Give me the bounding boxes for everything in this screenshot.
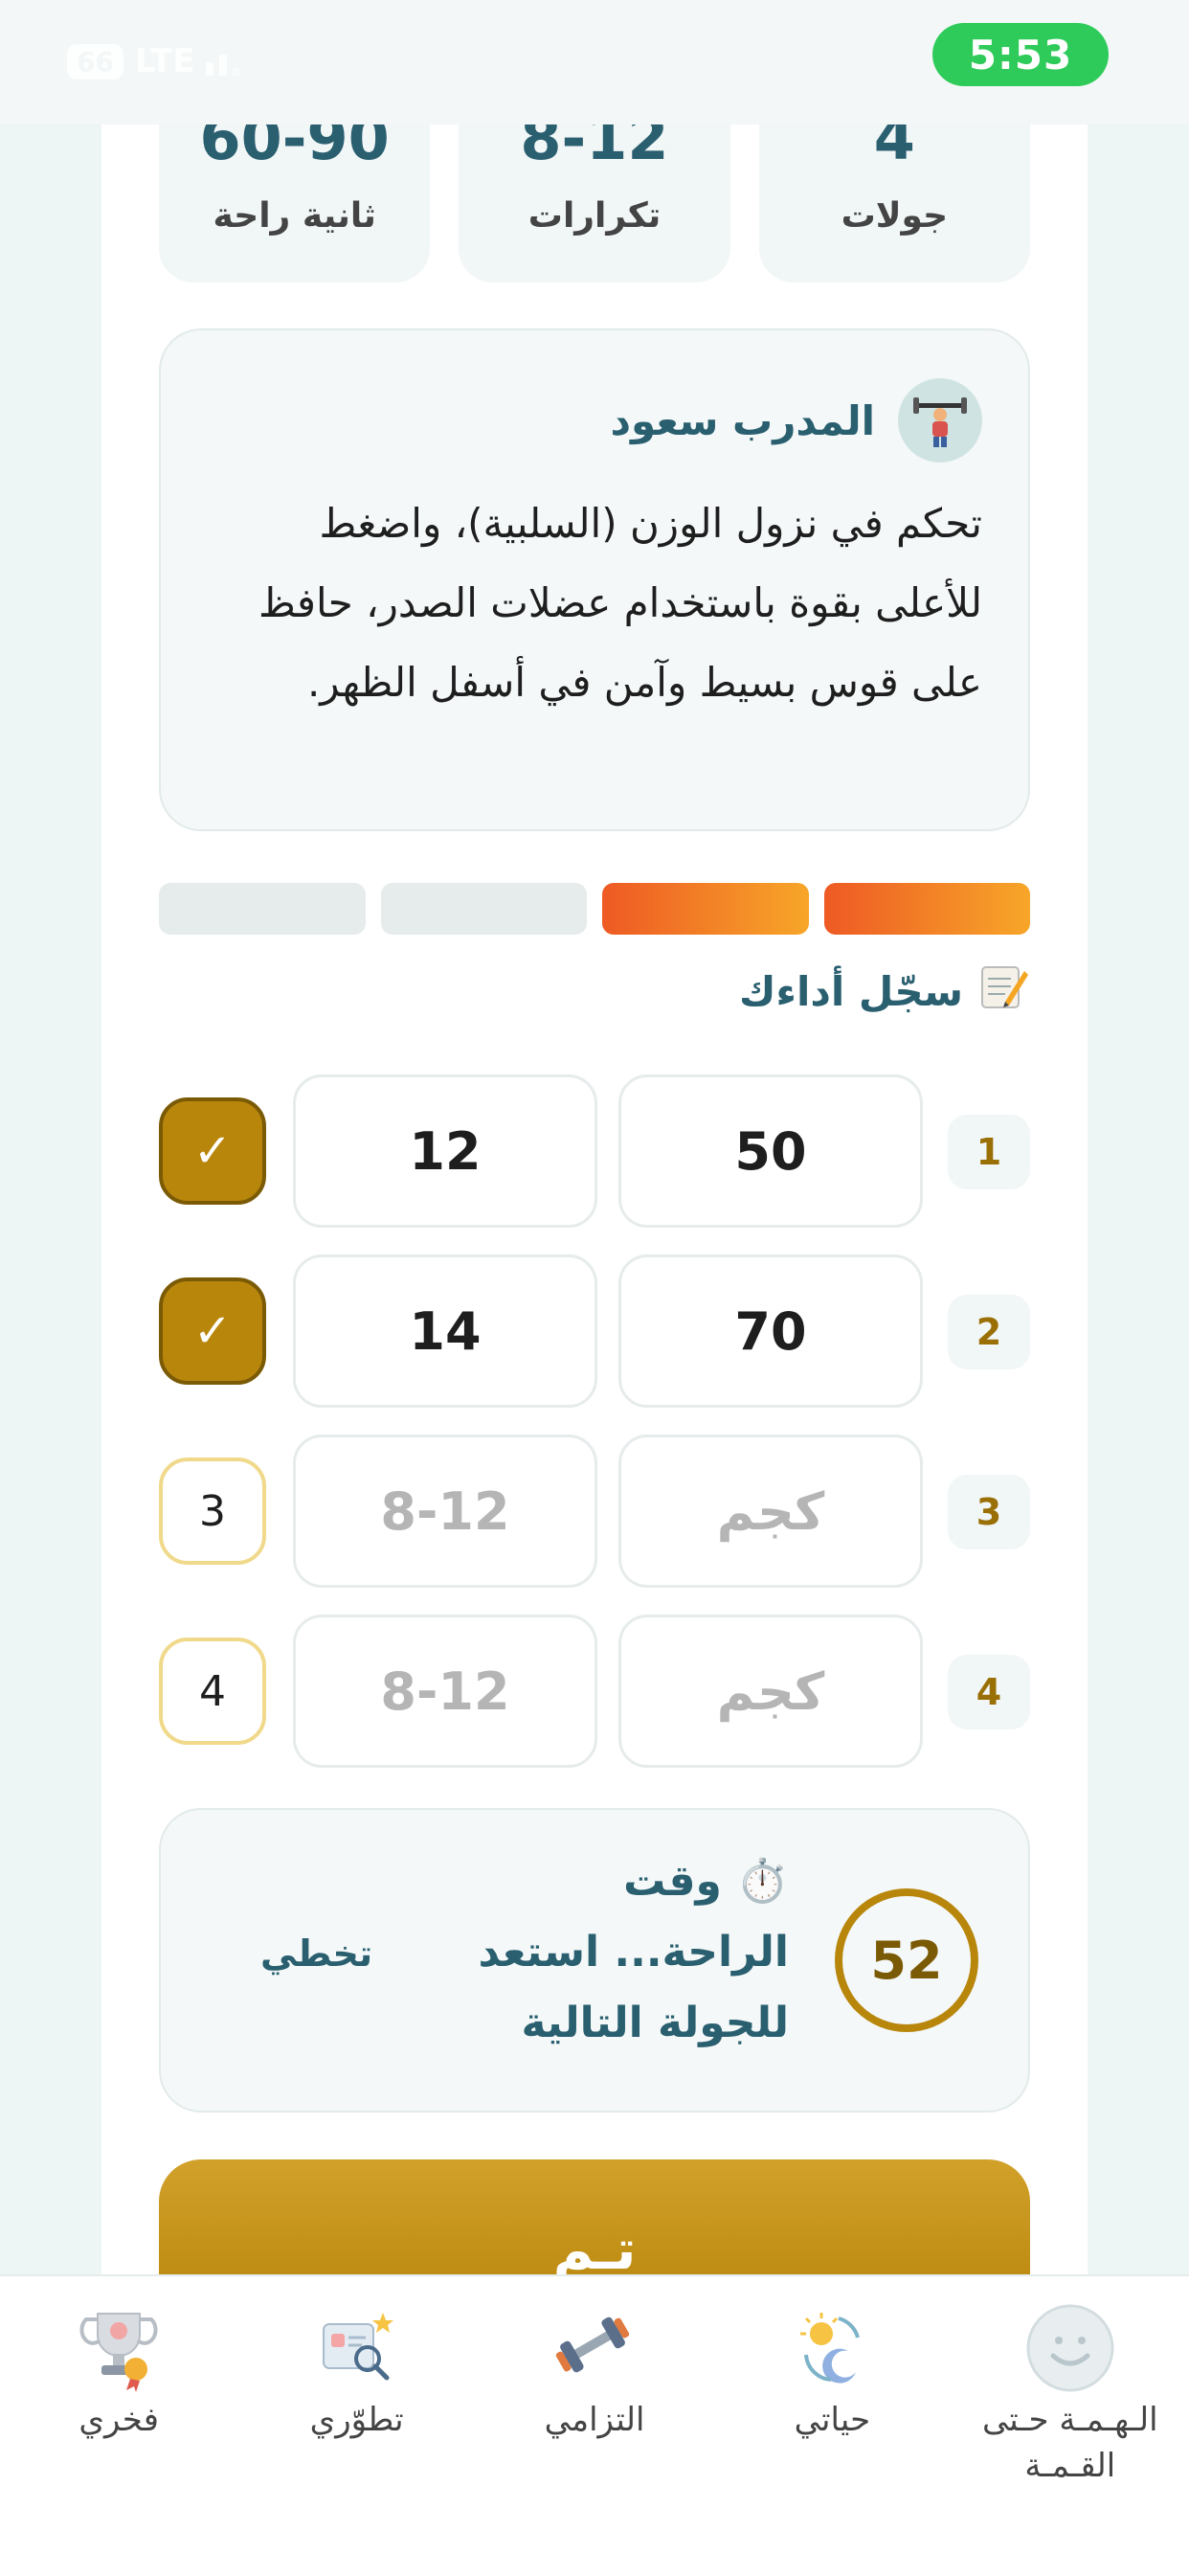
signal-icon (206, 47, 241, 76)
rest-countdown: 52 (835, 1888, 978, 2032)
dumbbell-icon (547, 2300, 642, 2396)
set-row-4: 4 كجم 8-12 4 (159, 1615, 1030, 1768)
skip-rest-button[interactable]: تخطي (260, 1932, 372, 1975)
nav-item-pride[interactable]: فخري (0, 2276, 237, 2576)
battery-level: 66 (67, 43, 123, 79)
nav-label: الـهـمـة حـتى القـمـة (981, 2401, 1158, 2485)
reps-input[interactable]: 14 (293, 1254, 597, 1408)
coach-avatar (898, 378, 982, 463)
reps-input[interactable]: 8-12 (293, 1435, 597, 1588)
set-complete-checkbox[interactable]: ✓ (159, 1097, 266, 1205)
weight-input[interactable]: كجم (618, 1615, 923, 1768)
sun-moon-icon (784, 2300, 880, 2396)
stat-rest: 60-90 ثانية راحة (159, 103, 431, 282)
coach-tip-box: المدرب سعود تحكم في نزول الوزن (السلبية)… (159, 328, 1030, 831)
set-row-3: 3 كجم 8-12 3 (159, 1435, 1030, 1588)
status-bar: 66 LTE 5:53 (0, 0, 1189, 124)
progress-segment (380, 883, 587, 935)
stat-rounds: 4 جولات (758, 103, 1030, 282)
rest-message: ⏱️ وقت الراحة... استعد للجولة التالية (478, 1857, 789, 2047)
network-type: LTE (134, 42, 195, 80)
trophy-icon (71, 2300, 167, 2396)
coach-tip-text: تحكم في نزول الوزن (السلبية)، واضغط للأع… (258, 500, 982, 706)
nav-item-commitment[interactable]: التزامي (476, 2276, 713, 2576)
nav-label: فخري (79, 2401, 159, 2439)
rest-timer-box: 52 ⏱️ وقت الراحة... استعد للجولة التالية… (159, 1808, 1030, 2113)
set-progress-bar (159, 883, 1030, 935)
progress-segment (823, 883, 1030, 935)
clock: 5:53 (932, 23, 1109, 86)
set-number: 2 (948, 1295, 1030, 1369)
log-title: سجّل أداءك (159, 962, 1030, 1020)
set-row-1: 1 50 12 ✓ (159, 1074, 1030, 1228)
stat-label: تكرارات (527, 196, 662, 236)
stat-label: جولات (841, 196, 949, 236)
status-left: 66 LTE (67, 42, 241, 80)
reps-input[interactable]: 8-12 (293, 1615, 597, 1768)
bottom-nav: الـهـمـة حـتى القـمـة حياتي التزامي تطوّ… (0, 2274, 1189, 2576)
set-complete-checkbox[interactable]: ✓ (159, 1277, 266, 1385)
set-complete-checkbox[interactable]: 3 (159, 1457, 266, 1565)
weight-input[interactable]: 70 (618, 1254, 923, 1408)
nav-item-progress[interactable]: تطوّري (237, 2276, 475, 2576)
nav-item-life[interactable]: حياتي (713, 2276, 951, 2576)
set-number: 3 (948, 1475, 1030, 1549)
nav-label: تطوّري (309, 2401, 404, 2439)
progress-segment (602, 883, 809, 935)
progress-segment (159, 883, 366, 935)
set-number: 4 (948, 1655, 1030, 1729)
nav-item-home[interactable]: الـهـمـة حـتى القـمـة (952, 2276, 1189, 2576)
weightlifter-icon (913, 397, 967, 447)
coach-name: المدرب سعود (610, 396, 876, 444)
coach-header: المدرب سعود (610, 378, 982, 463)
nav-label: حياتي (794, 2401, 871, 2439)
set-row-2: 2 70 14 ✓ (159, 1254, 1030, 1408)
log-title-text: سجّل أداءك (739, 967, 963, 1015)
nav-label: التزامي (544, 2401, 645, 2439)
progress-chart-icon (309, 2300, 405, 2396)
smile-logo-icon (1022, 2300, 1118, 2396)
reps-input[interactable]: 12 (293, 1074, 597, 1228)
memo-icon (976, 960, 1030, 1023)
weight-input[interactable]: كجم (618, 1435, 923, 1588)
set-complete-checkbox[interactable]: 4 (159, 1638, 266, 1745)
stat-reps: 8-12 تكرارات (459, 103, 730, 282)
stats-row: 4 جولات 8-12 تكرارات 60-90 ثانية راحة (159, 103, 1030, 282)
set-number: 1 (948, 1115, 1030, 1189)
weight-input[interactable]: 50 (618, 1074, 923, 1228)
workout-card: 4 جولات 8-12 تكرارات 60-90 ثانية راحة ال… (101, 103, 1088, 2313)
stat-label: ثانية راحة (213, 196, 376, 236)
